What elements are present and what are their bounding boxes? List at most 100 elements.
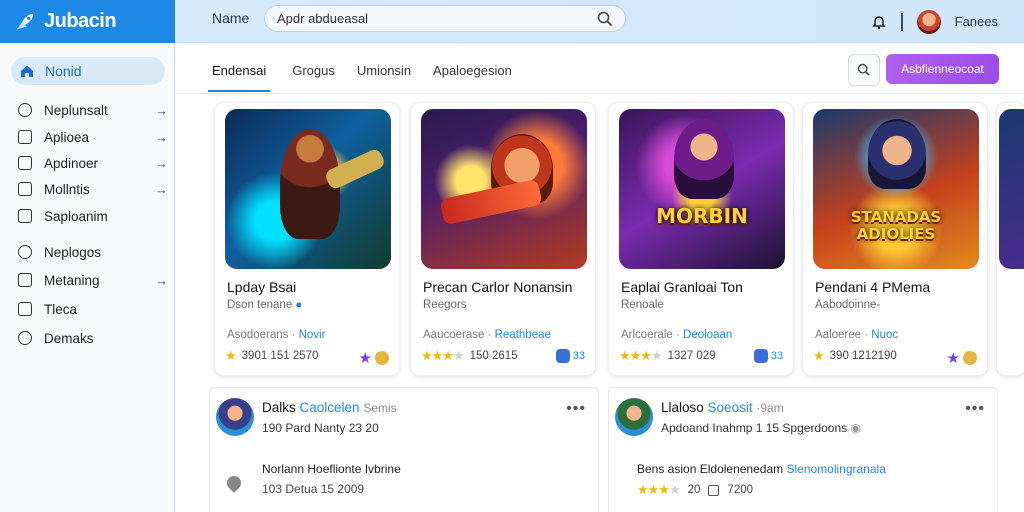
game-art-image: MORBIN [619, 109, 785, 269]
app-logo[interactable]: Jubacin [0, 0, 175, 43]
post-author: Dalks Caolcelen Semis [262, 400, 397, 415]
sidebar-item-label: Mollntis [44, 181, 90, 197]
sidebar-item-8[interactable]: Tleca [18, 299, 168, 319]
main-content: Endensai Grogus Umionsin Apaloegesion As… [176, 44, 1024, 512]
feed-post[interactable]: Llaloso Soeosit ·9am Apdoand Inahmp 1 15… [608, 387, 998, 512]
sidebar-item-6[interactable]: Neplogos [18, 242, 168, 262]
divider [900, 12, 903, 31]
game-logo-text: MORBIN [656, 204, 748, 228]
more-options-icon[interactable]: ••• [965, 400, 985, 418]
post-subline: Apdoand Inahmp 1 15 Spgerdoons ◉ [661, 421, 861, 435]
calendar-icon [708, 484, 720, 496]
top-nav-label[interactable]: Name [212, 10, 249, 26]
top-bar: Jubacin Name Apdr abdueasal Fanees [0, 0, 1024, 43]
sidebar-item-label: Neplunsalt [44, 102, 108, 118]
notification-bell-icon[interactable] [871, 14, 887, 30]
filter-search-button[interactable] [848, 54, 880, 86]
sidebar-item-label: Metaning [44, 272, 100, 288]
game-art-image [225, 109, 391, 269]
feed-post[interactable]: Dalks Caolcelen Semis 190 Pard Nanty 23 … [209, 387, 599, 512]
home-icon [21, 65, 33, 77]
card-title: Pendani 4 PMema [815, 279, 931, 295]
card-meta: Aaucoerase · Reathbeae [423, 329, 551, 341]
sidebar-item-9[interactable]: Demaks [18, 328, 168, 348]
box-icon [18, 182, 32, 196]
game-card[interactable]: STANADAS ADIOLIES Pendani 4 PMema Aabodo… [802, 102, 988, 376]
user-avatar[interactable] [916, 9, 941, 34]
coin-icon [375, 351, 389, 365]
game-card-partial[interactable] [996, 102, 1024, 376]
app-name: Jubacin [44, 10, 117, 32]
card-subtitle: Dson tenane ● [227, 299, 303, 311]
tab-1[interactable]: Endensai [208, 60, 271, 92]
post-author: Llaloso Soeosit ·9am [661, 400, 784, 415]
search-bar[interactable]: Apdr abdueasal [264, 5, 626, 32]
card-stats: ★★★★ 150 2615 [421, 348, 518, 363]
tab-bar: Endensai Grogus Umionsin Apaloegesion [208, 60, 512, 92]
screen-icon [555, 349, 570, 363]
sidebar-item-home[interactable]: Nonid [11, 57, 165, 85]
tab-2[interactable]: Grogus [292, 60, 335, 92]
card-subtitle: Reegors [423, 299, 467, 311]
sidebar-item-7[interactable]: Metaning → [18, 270, 168, 290]
sidebar-item-3[interactable]: Apdinoer → [18, 153, 168, 173]
card-title: Eaplai Granloai Ton [621, 279, 743, 295]
screen-icon [753, 349, 768, 363]
card-title: Precan Carlor Nonansin [423, 279, 573, 295]
sidebar-item-label: Tleca [44, 301, 78, 317]
arrow-right-icon: → [155, 272, 168, 288]
purple-star-icon: ★ [946, 350, 960, 367]
sidebar-item-label: Demaks [44, 330, 94, 346]
card-stats: ★★★★ 1327 029 [619, 348, 716, 363]
card-badges: ★ [947, 349, 977, 367]
card-stats: ★ 3901 151 2570 [225, 348, 319, 363]
game-art-image [999, 109, 1024, 269]
primary-action-button[interactable]: Asbfienneocoat [886, 54, 999, 84]
search-input[interactable]: Apdr abdueasal [277, 11, 597, 26]
post-avatar[interactable] [615, 398, 653, 436]
rating-stars-icon: ★★★★ [421, 348, 465, 363]
post-subline: 190 Pard Nanty 23 20 [262, 421, 379, 435]
sidebar: Nonid Neplunsalt → Aplioea → Apdinoer → … [0, 43, 175, 512]
tab-3[interactable]: Umionsin [357, 60, 411, 92]
card-subtitle: Aabodoinne- [815, 299, 881, 311]
sidebar-item-1[interactable]: Neplunsalt → [18, 100, 168, 120]
rating-stars-icon: ★ [225, 348, 237, 363]
game-art-image: STANADAS ADIOLIES [813, 109, 979, 269]
box-icon [18, 130, 32, 144]
game-card[interactable]: Precan Carlor Nonansin Reegors Aaucoeras… [410, 102, 596, 376]
card-badges: 33 [555, 349, 585, 363]
game-art-image [421, 109, 587, 269]
card-badges: ★ [359, 349, 389, 367]
rating-stars-icon: ★★★★ [637, 482, 681, 497]
tab-divider [176, 93, 1024, 94]
sidebar-item-2[interactable]: Aplioea → [18, 127, 168, 147]
sidebar-item-label: Nonid [45, 63, 82, 79]
card-subtitle: Renoale [621, 299, 664, 311]
clock-icon [18, 331, 32, 345]
game-card[interactable]: MORBIN Eaplai Granloai Ton Renoale Arlco… [608, 102, 794, 376]
game-card[interactable]: Lpday Bsai Dson tenane ● Asodoerans · No… [214, 102, 400, 376]
rating-stars-icon: ★★★★ [619, 348, 663, 363]
sidebar-item-4[interactable]: Mollntis → [18, 179, 168, 199]
location-pin-icon [224, 473, 244, 493]
rocket-logo-icon [16, 13, 34, 29]
card-meta: Asodoerans · Novir [227, 329, 326, 341]
post-avatar[interactable] [216, 398, 254, 436]
more-options-icon[interactable]: ••• [566, 400, 586, 418]
post-footer: ★★★★ 20 7200 [637, 482, 754, 497]
arrow-right-icon: → [155, 102, 168, 118]
search-icon[interactable] [597, 11, 613, 27]
search-icon [857, 63, 870, 76]
tab-4[interactable]: Apaloegesion [433, 60, 512, 92]
game-logo-text: STANADAS ADIOLIES [850, 208, 942, 243]
sidebar-item-label: Saploanim [44, 208, 108, 224]
user-name[interactable]: Fanees [955, 14, 998, 29]
circle-icon [18, 245, 32, 259]
box-icon [18, 273, 32, 287]
sidebar-item-5[interactable]: Saploanim [18, 206, 168, 226]
card-badges: 33 [753, 349, 783, 363]
circle-icon [18, 103, 32, 117]
box-icon [18, 156, 32, 170]
card-stats: ★ 390 1212190 [813, 348, 897, 363]
